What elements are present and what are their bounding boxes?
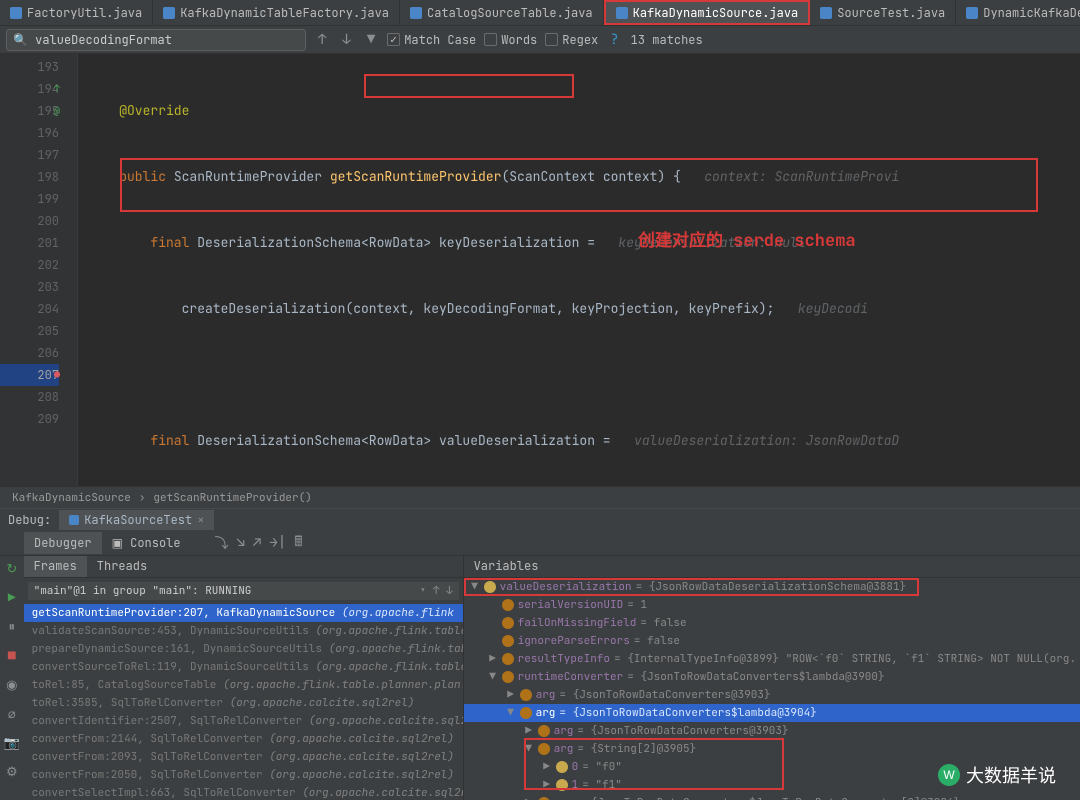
find-input[interactable]: 🔍 valueDecodingFormat [6,29,306,51]
tab-dynamickafkadeser[interactable]: DynamicKafkaDeserializationSchema.java [956,0,1080,25]
var-row[interactable]: ▼ arg = {JsonToRowDataConverters$lambda@… [464,704,1080,722]
frame-row[interactable]: convertIdentifier:2507, SqlToRelConverte… [24,712,463,730]
var-row[interactable]: ▶ resultTypeInfo = {InternalTypeInfo@389… [464,650,1080,668]
var-row[interactable]: ▼ runtimeConverter = {JsonToRowDataConve… [464,668,1080,686]
var-row[interactable]: ▶ arg = {JsonToRowDataConverters$JsonToR… [464,794,1080,800]
frame-row[interactable]: validateScanSource:453, DynamicSourceUti… [24,622,463,640]
code-area[interactable]: @Override public ScanRuntimeProvider get… [78,54,1080,486]
step-into-icon[interactable]: ↘ [233,534,249,552]
tab-sourcetest[interactable]: SourceTest.java [810,0,956,25]
filter-icon[interactable]: ▼ [363,31,379,49]
debugger-tab[interactable]: Debugger [24,532,102,554]
tab-factoryutil[interactable]: FactoryUtil.java [0,0,153,25]
var-row[interactable]: ▼ valueDeserialization = {JsonRowDataDes… [464,578,1080,596]
breadcrumb: KafkaDynamicSource›getScanRuntimeProvide… [0,486,1080,508]
frame-list[interactable]: getScanRuntimeProvider:207, KafkaDynamic… [24,604,463,800]
var-row[interactable]: ▼ arg = {String[2]@3905} [464,740,1080,758]
step-over-icon[interactable]: ⤵ [211,533,233,553]
match-count: 13 matches [631,32,703,48]
frame-row[interactable]: toRel:85, CatalogSourceTable (org.apache… [24,676,463,694]
run-to-cursor-icon[interactable]: →| [265,534,290,552]
threads-tab[interactable]: Threads [87,556,157,577]
annotation-text: 创建对应的 serde schema [638,230,856,252]
var-row[interactable]: ignoreParseErrors = false [464,632,1080,650]
evaluate-icon[interactable]: 🖩 [290,531,306,555]
frame-row[interactable]: getScanRuntimeProvider:207, KafkaDynamic… [24,604,463,622]
frame-row[interactable]: convertSourceToRel:119, DynamicSourceUti… [24,658,463,676]
var-row[interactable]: serialVersionUID = 1 [464,596,1080,614]
line-gutter: 193 194↑ @ 19519619719819920020120220320… [0,54,78,486]
regex-checkbox[interactable]: Regex [545,32,598,48]
frame-row[interactable]: toRel:3585, SqlToRelConverter (org.apach… [24,694,463,712]
highlight-box-method [364,74,574,98]
step-out-icon[interactable]: ↗ [249,534,265,552]
frame-row[interactable]: convertFrom:2050, SqlToRelConverter (org… [24,766,463,784]
var-row[interactable]: ▶ arg = {JsonToRowDataConverters@3903} [464,686,1080,704]
mute-bk-icon[interactable]: ⌀ [8,705,16,722]
debug-run-tab[interactable]: KafkaSourceTest× [59,510,214,530]
tab-kafkadyntablefactory[interactable]: KafkaDynamicTableFactory.java [153,0,400,25]
editor-tabs: FactoryUtil.java KafkaDynamicTableFactor… [0,0,1080,26]
prev-match-icon[interactable]: ↑ [314,31,330,49]
console-tab[interactable]: ▣ Console [102,532,191,554]
debug-panes: ↻ ▶ ⏸ ■ ◉ ⌀ 📷 ⚙ Frames Threads "main"@1 … [0,556,1080,800]
frame-row[interactable]: convertSelectImpl:663, SqlToRelConverter… [24,784,463,800]
frame-row[interactable]: convertFrom:2093, SqlToRelConverter (org… [24,748,463,766]
var-row[interactable]: failOnMissingField = false [464,614,1080,632]
stop-icon[interactable]: ■ [8,647,16,664]
frames-tab[interactable]: Frames [24,556,87,577]
watermark: W大数据羊说 [938,762,1056,788]
code-editor[interactable]: 193 194↑ @ 19519619719819920020120220320… [0,54,1080,486]
view-breakpoints-icon[interactable]: ◉ [6,676,17,693]
settings-icon[interactable]: ⚙ [6,763,18,780]
matchcase-checkbox[interactable]: Match Case [387,32,476,48]
frame-row[interactable]: convertFrom:2144, SqlToRelConverter (org… [24,730,463,748]
camera-icon[interactable]: 📷 [4,734,20,751]
thread-selector[interactable]: "main"@1 in group "main": RUNNING▾ ↑ ↓ [28,582,459,600]
tab-kafkadynamicsource[interactable]: KafkaDynamicSource.java [604,0,811,25]
debug-toolbar: Debugger ▣ Console ⤵ ↘ ↗ →| 🖩 [0,530,1080,556]
debug-sidebar: ↻ ▶ ⏸ ■ ◉ ⌀ 📷 ⚙ [0,556,24,800]
rerun-icon[interactable]: ↻ [6,560,17,577]
words-checkbox[interactable]: Words [484,32,537,48]
next-match-icon[interactable]: ↓ [338,31,354,49]
debug-header: Debug: KafkaSourceTest× [0,508,1080,530]
frames-panel: Frames Threads "main"@1 in group "main":… [24,556,464,800]
tab-catalogsourcetable[interactable]: CatalogSourceTable.java [400,0,604,25]
resume-icon[interactable]: ▶ [8,589,16,606]
var-row[interactable]: ▶ arg = {JsonToRowDataConverters@3903} [464,722,1080,740]
variables-title: Variables [464,556,1080,578]
frame-row[interactable]: prepareDynamicSource:161, DynamicSourceU… [24,640,463,658]
pause-icon[interactable]: ⏸ [9,618,16,635]
help-icon[interactable]: ? [606,31,622,49]
find-bar: 🔍 valueDecodingFormat ↑ ↓ ▼ Match Case W… [0,26,1080,54]
